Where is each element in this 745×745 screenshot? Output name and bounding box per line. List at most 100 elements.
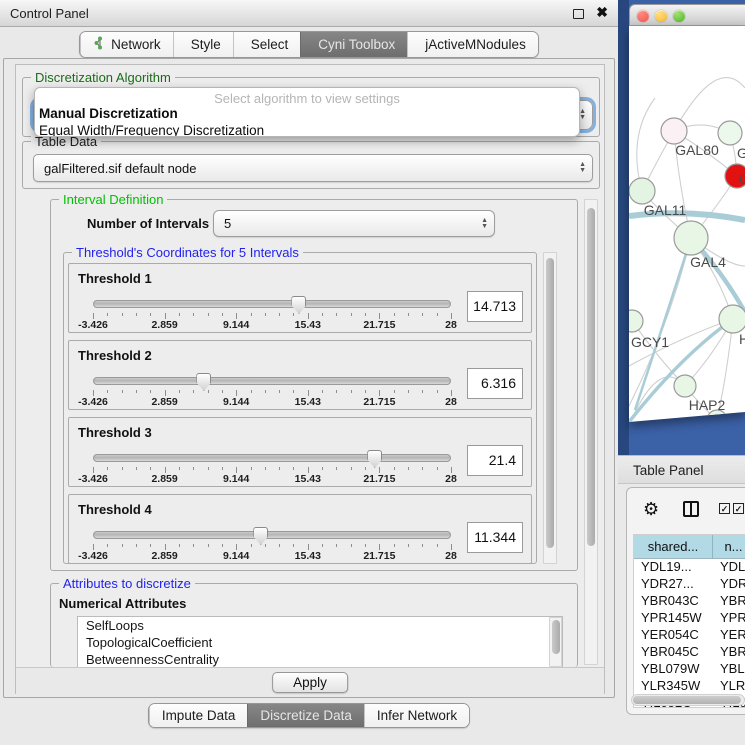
node-label-partial: GA xyxy=(737,145,745,161)
slider-thumb-icon[interactable] xyxy=(196,373,211,391)
window-edge xyxy=(618,0,629,455)
slider-tick-labels: -3.4262.8599.14415.4321.71528 xyxy=(93,550,451,562)
threshold-slider[interactable] xyxy=(93,377,451,385)
attribute-item[interactable]: TopologicalCoefficient xyxy=(78,634,562,651)
table-row[interactable]: YDL19... YDL1 xyxy=(634,559,745,576)
table-row[interactable]: YBL079W YBL0 xyxy=(634,661,745,678)
node-label: GAL4 xyxy=(690,254,726,270)
split-column-icon[interactable] xyxy=(683,501,699,517)
tab-label: Infer Network xyxy=(377,708,457,723)
panel-title: Control Panel xyxy=(10,6,89,21)
algorithm-dropdown-popup: Select algorithm to view settings Manual… xyxy=(34,87,580,137)
mac-minimize-icon[interactable] xyxy=(655,10,667,22)
column-header-name[interactable]: n... xyxy=(713,535,745,558)
bottom-tabs: Impute Data Discretize Data Infer Networ… xyxy=(148,703,470,728)
node-gal80[interactable] xyxy=(661,118,687,144)
table-panel-title: Table Panel xyxy=(633,463,704,478)
tab-label: jActiveMNodules xyxy=(425,37,526,52)
node-gal11[interactable] xyxy=(629,178,655,204)
close-icon[interactable]: ✖ xyxy=(596,4,608,21)
node-label-partial: C xyxy=(739,171,745,187)
slider-tick-labels: -3.4262.8599.14415.4321.71528 xyxy=(93,319,451,331)
node-gal4[interactable] xyxy=(674,221,708,255)
thresholds-group-label: Threshold's Coordinates for 5 Intervals xyxy=(72,245,303,260)
network-canvas-wrap: GAL80 GAL11 GAL4 GCY1 HAP2 GA C H xyxy=(629,26,745,426)
threshold-slider[interactable] xyxy=(93,300,451,308)
threshold-value-field[interactable]: 21.4 xyxy=(467,445,523,476)
table-horizontal-scrollbar[interactable] xyxy=(631,694,745,706)
checkbox-icon[interactable]: ✓ xyxy=(719,503,730,514)
top-tab[interactable]: jActiveMNodules xyxy=(407,32,538,57)
table-data-group: Table Data galFiltered.sif default node … xyxy=(22,141,600,189)
top-tab-bar: Network Style Select Cyni Toolbox xyxy=(0,31,618,58)
column-header-shared-name[interactable]: shared... xyxy=(634,535,713,558)
float-window-icon[interactable] xyxy=(573,9,584,19)
slider-thumb-icon[interactable] xyxy=(291,296,306,314)
top-tab[interactable]: Cyni Toolbox xyxy=(300,32,407,57)
gear-icon[interactable]: ⚙ xyxy=(643,499,659,520)
threshold-slider[interactable] xyxy=(93,531,451,539)
node-label: GAL80 xyxy=(675,142,719,158)
combo-stepper-icon: ▲▼ xyxy=(481,218,488,230)
table-data-selected: galFiltered.sif default node xyxy=(44,161,196,176)
network-graph: GAL80 GAL11 GAL4 GCY1 HAP2 GA C H xyxy=(629,26,745,425)
threshold-box: Threshold 3 -3.4262.8599.14415.4321.7152… xyxy=(68,417,532,487)
algorithm-option[interactable]: Manual Discretization xyxy=(35,106,579,123)
interval-definition-group: Interval Definition Number of Intervals … xyxy=(50,199,578,571)
node-label: GAL11 xyxy=(644,202,687,218)
tab-label: Discretize Data xyxy=(260,708,352,723)
bottom-tab[interactable]: Infer Network xyxy=(364,704,469,727)
node-label: HAP2 xyxy=(689,397,726,413)
table-panel: ⚙ ✓ ✓ shared... n... YDL19... YDL1 YDR27… xyxy=(626,487,745,715)
attributes-scrollbar[interactable] xyxy=(549,617,562,667)
bottom-tab[interactable]: Impute Data xyxy=(149,704,248,727)
slider-tick-labels: -3.4262.8599.14415.4321.71528 xyxy=(93,473,451,485)
attributes-list[interactable]: SelfLoops TopologicalCoefficient Between… xyxy=(77,616,563,668)
threshold-box: Threshold 1 -3.4262.8599.14415.4321.7152… xyxy=(68,263,532,333)
threshold-value-field[interactable]: 6.316 xyxy=(467,368,523,399)
mac-close-icon[interactable] xyxy=(637,10,649,22)
node-partial-right[interactable] xyxy=(719,305,745,333)
attribute-item[interactable]: BetweennessCentrality xyxy=(78,651,562,668)
tab-label: Select xyxy=(251,37,289,52)
tab-label: Style xyxy=(191,37,221,52)
network-canvas[interactable]: GAL80 GAL11 GAL4 GCY1 HAP2 GA C H xyxy=(629,26,745,426)
slider-thumb-icon[interactable] xyxy=(253,527,268,545)
top-tab[interactable]: Select xyxy=(233,32,301,57)
table-row[interactable]: YBR045C YBR0 xyxy=(634,644,745,661)
slider-thumb-icon[interactable] xyxy=(367,450,382,468)
checkbox-icon[interactable]: ✓ xyxy=(733,503,744,514)
node-hap2[interactable] xyxy=(674,375,696,397)
mac-zoom-icon[interactable] xyxy=(673,10,685,22)
node-partial-top[interactable] xyxy=(718,121,742,145)
attributes-group-label: Attributes to discretize xyxy=(59,576,195,591)
table-row[interactable]: YER054C YER0 xyxy=(634,627,745,644)
thresholds-scrollbar[interactable] xyxy=(543,252,557,564)
table-panel-header: Table Panel xyxy=(618,455,745,484)
table-row[interactable]: YLR345W YLR3 xyxy=(634,678,745,695)
threshold-label: Threshold 2 xyxy=(78,348,152,363)
bottom-tab-bar: Impute Data Discretize Data Infer Networ… xyxy=(0,703,618,728)
table-data-combo[interactable]: galFiltered.sif default node ▲▼ xyxy=(33,154,593,182)
table-row[interactable]: YBR043C YBR0 xyxy=(634,593,745,610)
threshold-value-field[interactable]: 11.344 xyxy=(467,522,523,553)
top-tab[interactable]: Style xyxy=(173,32,233,57)
bottom-tab[interactable]: Discretize Data xyxy=(247,704,364,727)
apply-button[interactable]: Apply xyxy=(272,672,348,693)
table-toolbar: ⚙ ✓ ✓ xyxy=(627,488,745,532)
slider-tick-labels: -3.4262.8599.14415.4321.71528 xyxy=(93,396,451,408)
settings-scrollbar[interactable] xyxy=(584,199,598,665)
threshold-slider[interactable] xyxy=(93,454,451,462)
table-row[interactable]: YPR145W YPR1 xyxy=(634,610,745,627)
algorithm-option[interactable]: Equal Width/Frequency Discretization xyxy=(35,123,579,138)
attribute-item[interactable]: SelfLoops xyxy=(78,617,562,634)
table-rows: YDL19... YDL1 YDR27... YDR2 YBR043C YBR0… xyxy=(634,559,745,708)
threshold-value-field[interactable]: 14.713 xyxy=(467,291,523,322)
threshold-box: Threshold 2 -3.4262.8599.14415.4321.7152… xyxy=(68,340,532,410)
num-intervals-combo[interactable]: 5 ▲▼ xyxy=(213,210,495,237)
network-window-titlebar xyxy=(629,4,745,26)
table-row[interactable]: YDR27... YDR2 xyxy=(634,576,745,593)
top-tab[interactable]: Network xyxy=(80,32,173,57)
node-gcy1[interactable] xyxy=(629,310,643,332)
table-header-row: shared... n... xyxy=(634,535,745,559)
